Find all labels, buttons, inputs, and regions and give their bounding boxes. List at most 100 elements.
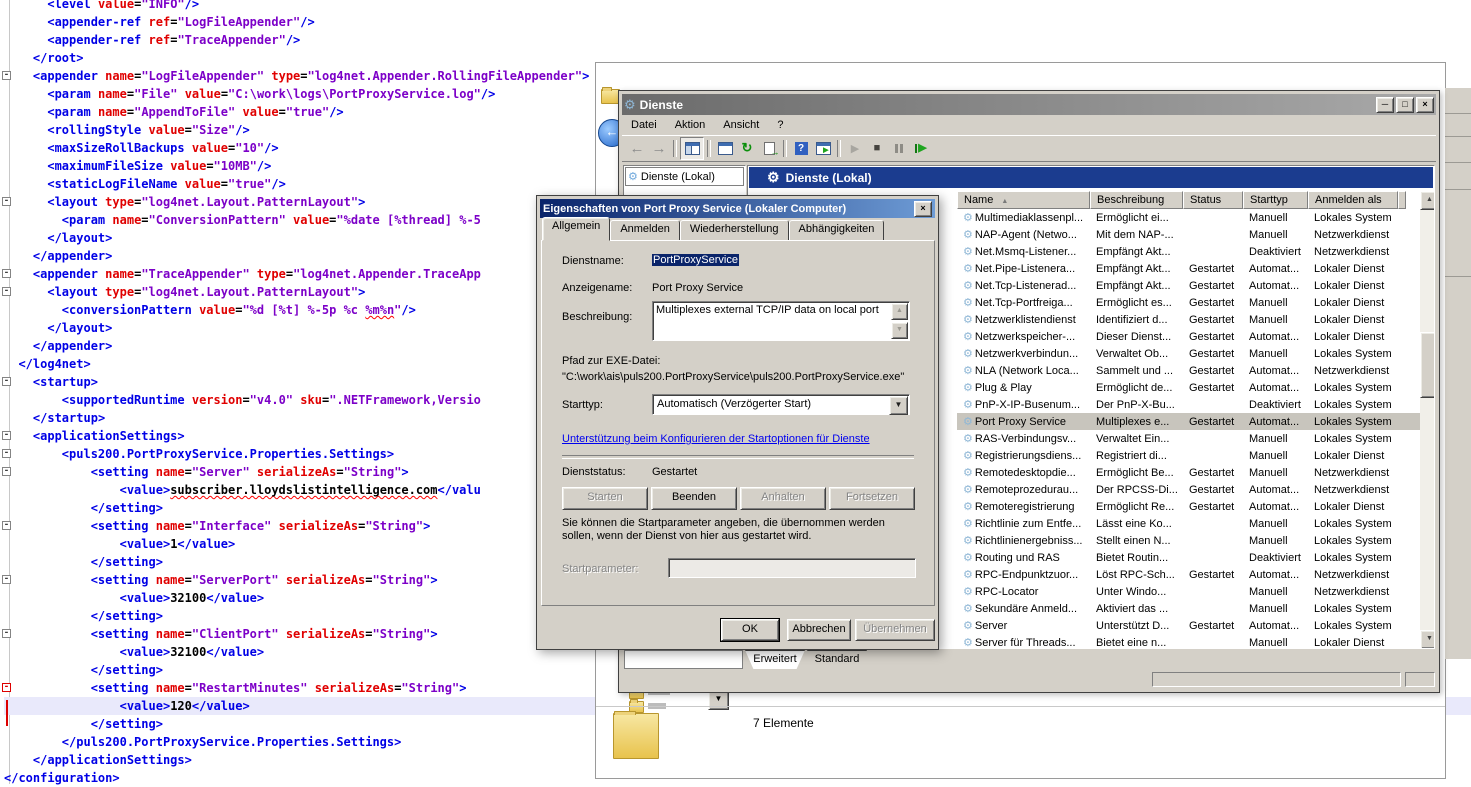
fold-collapse-icon[interactable]: -: [2, 683, 11, 692]
table-row-selected[interactable]: ⚙Port Proxy ServiceMultiplexes e...Gesta…: [957, 413, 1420, 430]
new-window-icon[interactable]: ▶: [812, 138, 834, 159]
bernehmen-button[interactable]: Übernehmen: [855, 619, 935, 641]
table-row[interactable]: ⚙Registrierungsdiens...Registriert di...…: [957, 447, 1420, 464]
startparameter-input[interactable]: [668, 558, 916, 578]
tab-anmelden[interactable]: Anmelden: [610, 220, 680, 241]
vertical-scrollbar[interactable]: ▲ ▼: [1420, 191, 1435, 649]
table-row[interactable]: ⚙ServerUnterstützt D...GestartetAutomat.…: [957, 617, 1420, 634]
fold-collapse-icon[interactable]: -: [2, 269, 11, 278]
table-cell: Empfängt Akt...: [1090, 280, 1183, 292]
menu-item-[interactable]: ?: [768, 119, 792, 131]
table-row[interactable]: ⚙Richtlinienergebniss...Stellt einen N..…: [957, 532, 1420, 549]
table-cell: Lokales System: [1308, 416, 1398, 428]
table-row[interactable]: ⚙Routing und RASBietet Routin...Deaktivi…: [957, 549, 1420, 566]
table-row[interactable]: ⚙Net.Pipe-Listenera...Empfängt Akt...Ges…: [957, 260, 1420, 277]
maximize-button[interactable]: □: [1396, 97, 1414, 113]
scroll-down-icon[interactable]: ▼: [1420, 630, 1435, 649]
beenden-button[interactable]: Beenden: [651, 487, 737, 510]
fold-collapse-icon[interactable]: -: [2, 629, 11, 638]
table-row[interactable]: ⚙Multimediaklassenpl...Ermöglicht ei...M…: [957, 209, 1420, 226]
fold-collapse-icon[interactable]: -: [2, 467, 11, 476]
table-cell: Netzwerkdienst: [1308, 484, 1398, 496]
abbrechen-button[interactable]: Abbrechen: [787, 619, 851, 641]
fold-collapse-icon[interactable]: -: [2, 575, 11, 584]
fold-collapse-icon[interactable]: -: [2, 197, 11, 206]
table-header[interactable]: Name▲BeschreibungStatusStarttypAnmelden …: [957, 191, 1406, 209]
view-tab-erweitert[interactable]: Erweitert: [745, 650, 805, 669]
table-row[interactable]: ⚙Net.Msmq-Listener...Empfängt Akt...Deak…: [957, 243, 1420, 260]
table-row[interactable]: ⚙NetzwerklistendienstIdentifiziert d...G…: [957, 311, 1420, 328]
table-row[interactable]: ⚙Netzwerkspeicher-...Dieser Dienst...Ges…: [957, 328, 1420, 345]
table-cell: ⚙Registrierungsdiens...: [957, 449, 1090, 462]
column-header-anmeldenals[interactable]: Anmelden als: [1308, 191, 1398, 209]
table-row[interactable]: ⚙Remotedesktopdie...Ermöglicht Be...Gest…: [957, 464, 1420, 481]
start-service-icon[interactable]: ▶: [844, 138, 866, 159]
ok-button[interactable]: OK: [721, 619, 779, 641]
fold-collapse-icon[interactable]: -: [2, 377, 11, 386]
column-header-status[interactable]: Status: [1183, 191, 1243, 209]
table-row[interactable]: ⚙Remoteprozedurau...Der RPCSS-Di...Gesta…: [957, 481, 1420, 498]
export-list-icon[interactable]: →: [758, 138, 780, 159]
table-row[interactable]: ⚙RPC-LocatorUnter Windo...ManuellNetzwer…: [957, 583, 1420, 600]
table-row[interactable]: ⚙Richtlinie zum Entfe...Lässt eine Ko...…: [957, 515, 1420, 532]
code-line: <appender-ref ref="LogFileAppender"/>: [4, 13, 1471, 31]
scrollbar-thumb[interactable]: [1420, 332, 1435, 398]
properties-icon[interactable]: [714, 138, 736, 159]
forward-icon[interactable]: →: [648, 138, 670, 159]
beschreibung-textbox[interactable]: Multiplexes external TCP/IP data on loca…: [652, 301, 910, 341]
table-row[interactable]: ⚙RemoteregistrierungErmöglicht Re...Gest…: [957, 498, 1420, 515]
stop-service-icon[interactable]: ■: [866, 138, 888, 159]
menu-item-ansicht[interactable]: Ansicht: [714, 119, 768, 131]
tab-abhngigkeiten[interactable]: Abhängigkeiten: [789, 220, 885, 241]
table-row[interactable]: ⚙Sekundäre Anmeld...Aktiviert das ...Man…: [957, 600, 1420, 617]
title-bar[interactable]: ⚙ Dienste ─ □ ×: [622, 94, 1436, 115]
fold-collapse-icon[interactable]: -: [2, 449, 11, 458]
dienstname-value[interactable]: PortProxyService: [652, 254, 739, 266]
scroll-up-icon[interactable]: ▲: [1420, 191, 1435, 210]
fortsetzen-button[interactable]: Fortsetzen: [829, 487, 915, 510]
table-row[interactable]: ⚙RAS-Verbindungsv...Verwaltet Ein...Manu…: [957, 430, 1420, 447]
menu-item-aktion[interactable]: Aktion: [666, 119, 715, 131]
column-header-beschreibung[interactable]: Beschreibung: [1090, 191, 1183, 209]
restart-service-icon[interactable]: ▶: [910, 138, 932, 159]
dialog-title-bar[interactable]: Eigenschaften von Port Proxy Service (Lo…: [540, 199, 935, 218]
close-button[interactable]: ×: [1416, 97, 1434, 113]
pause-service-icon[interactable]: [888, 138, 910, 159]
column-header-starttyp[interactable]: Starttyp: [1243, 191, 1308, 209]
table-row[interactable]: ⚙Server für Threads...Bietet eine n...Ma…: [957, 634, 1420, 647]
table-row[interactable]: ⚙Net.Tcp-Portfreiga...Ermöglicht es...Ge…: [957, 294, 1420, 311]
minimize-button[interactable]: ─: [1376, 97, 1394, 113]
anhalten-button[interactable]: Anhalten: [740, 487, 826, 510]
table-cell: Lokaler Dienst: [1308, 263, 1398, 275]
scroll-up-icon[interactable]: ▲: [891, 303, 908, 320]
table-row[interactable]: ⚙PnP-X-IP-Busenum...Der PnP-X-Bu...Deakt…: [957, 396, 1420, 413]
fold-collapse-icon[interactable]: -: [2, 287, 11, 296]
refresh-icon[interactable]: ↻: [736, 138, 758, 159]
view-tab-standard[interactable]: Standard: [807, 650, 867, 669]
close-icon[interactable]: ×: [914, 201, 932, 217]
starttyp-combobox[interactable]: Automatisch (Verzögerter Start) ▼: [652, 394, 910, 415]
column-header-name[interactable]: Name▲: [957, 191, 1090, 209]
menu-item-datei[interactable]: Datei: [622, 119, 666, 131]
help-icon[interactable]: ?: [790, 138, 812, 159]
scroll-down-icon[interactable]: ▼: [891, 322, 908, 339]
dropdown-button[interactable]: ▼: [708, 690, 729, 710]
tab-wiederherstellung[interactable]: Wiederherstellung: [680, 220, 789, 241]
fold-collapse-icon[interactable]: -: [2, 71, 11, 80]
fold-collapse-icon[interactable]: -: [2, 431, 11, 440]
table-row[interactable]: ⚙Netzwerkverbindun...Verwaltet Ob...Gest…: [957, 345, 1420, 362]
back-icon[interactable]: ←: [626, 138, 648, 159]
service-gear-icon: ⚙: [963, 297, 973, 309]
sidebar-item-dienste-lokal[interactable]: ⚙ Dienste (Lokal): [625, 167, 744, 186]
table-row[interactable]: ⚙NAP-Agent (Netwo...Mit dem NAP-...Manue…: [957, 226, 1420, 243]
table-row[interactable]: ⚙Plug & PlayErmöglicht de...GestartetAut…: [957, 379, 1420, 396]
table-row[interactable]: ⚙NLA (Network Loca...Sammelt und ...Gest…: [957, 362, 1420, 379]
table-row[interactable]: ⚙Net.Tcp-Listenerad...Empfängt Akt...Ges…: [957, 277, 1420, 294]
table-row[interactable]: ⚙RPC-Endpunktzuor...Löst RPC-Sch...Gesta…: [957, 566, 1420, 583]
starten-button[interactable]: Starten: [562, 487, 648, 510]
chevron-down-icon[interactable]: ▼: [889, 396, 908, 415]
show-console-tree-icon[interactable]: [680, 137, 704, 160]
fold-collapse-icon[interactable]: -: [2, 521, 11, 530]
tab-allgemein[interactable]: Allgemein: [542, 217, 610, 241]
startoptions-help-link[interactable]: Unterstützung beim Konfigurieren der Sta…: [562, 433, 870, 445]
